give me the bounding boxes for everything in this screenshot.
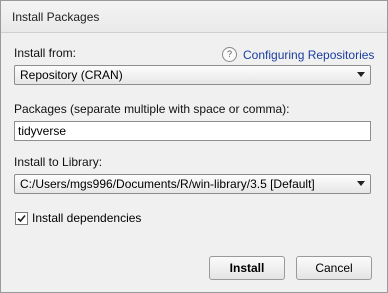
packages-input[interactable] <box>14 121 371 141</box>
library-value: C:/Users/mgs996/Documents/R/win-library/… <box>20 177 315 191</box>
cancel-button[interactable]: Cancel <box>296 256 372 280</box>
dropdown-arrow-icon <box>357 181 365 186</box>
install-dependencies-label: Install dependencies <box>32 211 142 225</box>
dialog-title: Install Packages <box>12 10 100 24</box>
install-from-select[interactable]: Repository (CRAN) <box>14 65 371 85</box>
install-to-library-label: Install to Library: <box>14 155 103 169</box>
install-dependencies-checkbox[interactable] <box>15 211 28 225</box>
install-packages-dialog: Install Packages Install from: ? Configu… <box>0 0 388 293</box>
checkmark-icon <box>17 214 26 222</box>
install-from-label: Install from: <box>14 46 77 60</box>
help-link-group[interactable]: ? Configuring Repositories <box>222 47 374 62</box>
install-button[interactable]: Install <box>209 256 285 280</box>
install-from-value: Repository (CRAN) <box>20 68 123 82</box>
title-bar[interactable]: Install Packages <box>1 1 387 33</box>
dropdown-arrow-icon <box>357 72 365 77</box>
packages-label: Packages (separate multiple with space o… <box>14 102 290 116</box>
library-select[interactable]: C:/Users/mgs996/Documents/R/win-library/… <box>14 174 371 194</box>
help-icon[interactable]: ? <box>222 47 237 62</box>
install-dependencies-row[interactable]: Install dependencies <box>15 211 141 225</box>
configuring-repositories-link[interactable]: Configuring Repositories <box>243 48 374 62</box>
